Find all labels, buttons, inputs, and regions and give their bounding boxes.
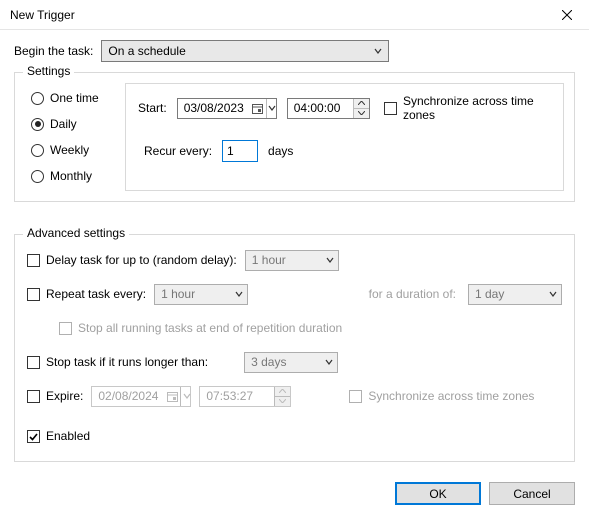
dialog-footer: OK Cancel <box>14 482 575 505</box>
start-date-picker[interactable]: 03/08/2023 <box>177 98 277 119</box>
cancel-button[interactable]: Cancel <box>489 482 575 505</box>
start-time-value: 04:00:00 <box>288 101 353 115</box>
checkbox-icon <box>27 390 40 403</box>
time-spinner[interactable] <box>353 99 369 118</box>
titlebar: New Trigger <box>0 0 589 30</box>
chevron-down-icon <box>235 290 243 298</box>
delay-checkbox[interactable]: Delay task for up to (random delay): <box>27 253 237 267</box>
checkbox-icon <box>27 356 40 369</box>
delay-select[interactable]: 1 hour <box>245 250 339 271</box>
duration-label: for a duration of: <box>369 287 456 301</box>
begin-task-label: Begin the task: <box>14 44 93 58</box>
close-icon <box>562 10 572 20</box>
chevron-down-icon[interactable] <box>266 99 278 118</box>
spinner-down-icon[interactable] <box>354 109 369 118</box>
expire-sync-tz-checkbox: Synchronize across time zones <box>349 389 534 403</box>
spinner-down-icon[interactable] <box>275 397 290 406</box>
enabled-label: Enabled <box>46 429 90 443</box>
checkbox-icon <box>27 288 40 301</box>
recur-input[interactable] <box>222 140 258 162</box>
radio-icon <box>31 92 44 105</box>
advanced-legend: Advanced settings <box>23 226 129 240</box>
chevron-down-icon <box>549 290 557 298</box>
checkbox-icon <box>27 430 40 443</box>
stop-all-checkbox: Stop all running tasks at end of repetit… <box>59 321 342 335</box>
begin-task-row: Begin the task: On a schedule <box>14 40 575 62</box>
schedule-panel: Start: 03/08/2023 04:00 <box>125 83 564 191</box>
expire-date-picker[interactable]: 02/08/2024 <box>91 386 191 407</box>
duration-value: 1 day <box>475 287 504 301</box>
checkbox-icon <box>384 102 397 115</box>
spinner-up-icon[interactable] <box>354 99 369 109</box>
recur-label: Recur every: <box>144 144 212 158</box>
duration-select[interactable]: 1 day <box>468 284 562 305</box>
ok-button[interactable]: OK <box>395 482 481 505</box>
stop-if-value: 3 days <box>251 355 286 369</box>
repeat-label: Repeat task every: <box>46 287 146 301</box>
checkbox-icon <box>27 254 40 267</box>
date-picker-controls <box>250 99 278 118</box>
date-picker-controls <box>164 387 192 406</box>
repeat-select[interactable]: 1 hour <box>154 284 248 305</box>
expire-checkbox[interactable]: Expire: <box>27 389 83 403</box>
radio-monthly-label: Monthly <box>50 169 92 183</box>
window-title: New Trigger <box>10 8 75 22</box>
enabled-checkbox[interactable]: Enabled <box>27 429 90 443</box>
schedule-radio-group: One time Daily Weekly Monthly <box>25 83 111 191</box>
close-button[interactable] <box>544 0 589 30</box>
settings-legend: Settings <box>23 64 74 78</box>
stop-if-checkbox[interactable]: Stop task if it runs longer than: <box>27 355 208 369</box>
radio-monthly[interactable]: Monthly <box>31 169 111 183</box>
expire-date-value: 02/08/2024 <box>92 389 164 403</box>
radio-icon <box>31 144 44 157</box>
expire-sync-tz-label: Synchronize across time zones <box>368 389 534 403</box>
radio-weekly-label: Weekly <box>50 143 89 157</box>
checkbox-icon <box>349 390 362 403</box>
calendar-icon[interactable] <box>250 99 266 118</box>
delay-value: 1 hour <box>252 253 286 267</box>
chevron-down-icon <box>374 47 382 55</box>
checkbox-icon <box>59 322 72 335</box>
sync-tz-checkbox[interactable]: Synchronize across time zones <box>384 94 551 122</box>
recur-unit: days <box>268 144 293 158</box>
time-spinner[interactable] <box>274 387 290 406</box>
settings-group: Settings One time Daily Weekly Monthly <box>14 72 575 202</box>
stop-if-select[interactable]: 3 days <box>244 352 338 373</box>
stop-all-label: Stop all running tasks at end of repetit… <box>78 321 342 335</box>
expire-label: Expire: <box>46 389 83 403</box>
start-label: Start: <box>138 101 167 115</box>
radio-one-time[interactable]: One time <box>31 91 111 105</box>
radio-daily-label: Daily <box>50 117 77 131</box>
radio-icon <box>31 118 44 131</box>
ok-label: OK <box>429 487 446 501</box>
expire-time-picker[interactable]: 07:53:27 <box>199 386 291 407</box>
begin-task-value: On a schedule <box>108 44 185 58</box>
chevron-down-icon[interactable] <box>180 387 192 406</box>
start-time-picker[interactable]: 04:00:00 <box>287 98 370 119</box>
cancel-label: Cancel <box>513 487 550 501</box>
radio-one-time-label: One time <box>50 91 99 105</box>
radio-icon <box>31 170 44 183</box>
calendar-icon[interactable] <box>164 387 180 406</box>
repeat-value: 1 hour <box>161 287 195 301</box>
stop-if-label: Stop task if it runs longer than: <box>46 355 208 369</box>
start-date-value: 03/08/2023 <box>178 101 250 115</box>
delay-label: Delay task for up to (random delay): <box>46 253 237 267</box>
expire-time-value: 07:53:27 <box>200 389 274 403</box>
chevron-down-icon <box>325 358 333 366</box>
spinner-up-icon[interactable] <box>275 387 290 397</box>
chevron-down-icon <box>326 256 334 264</box>
sync-tz-label: Synchronize across time zones <box>403 94 551 122</box>
radio-daily[interactable]: Daily <box>31 117 111 131</box>
begin-task-select[interactable]: On a schedule <box>101 40 389 62</box>
repeat-checkbox[interactable]: Repeat task every: <box>27 287 146 301</box>
radio-weekly[interactable]: Weekly <box>31 143 111 157</box>
advanced-group: Advanced settings Delay task for up to (… <box>14 234 575 462</box>
